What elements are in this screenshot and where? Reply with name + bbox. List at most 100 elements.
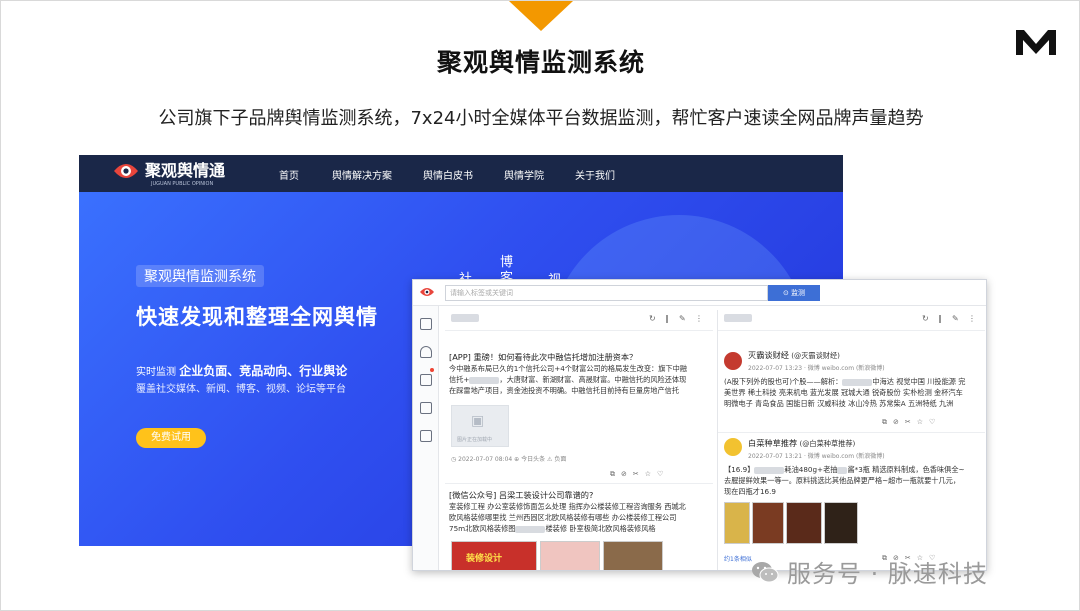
hero-brand[interactable]: 聚观舆情通 JUGUAN PUBLIC OPINION [113,161,226,187]
product-image [752,502,784,544]
brand-subtitle: JUGUAN PUBLIC OPINION [151,181,214,187]
hero-navbar: 聚观舆情通 JUGUAN PUBLIC OPINION 首页 舆情解决方案 舆情… [79,155,843,192]
product-image [724,502,750,544]
image-placeholder: ▣ 图片正在加载中 [451,405,509,447]
post-text: (A股下列外的股也可)个股——解析： 中海达 视觉中国 川投能源 完 [724,377,966,386]
more-icon[interactable]: ⋮ [695,314,703,323]
nav-whitepaper[interactable]: 舆情白皮书 [423,167,473,182]
nav-solutions[interactable]: 舆情解决方案 [332,167,392,182]
post-image [540,541,600,570]
divider [718,330,985,331]
post-title[interactable]: [微信公众号] 吕梁工装设计公司靠谱的? [449,490,713,501]
app-toolbar: 请输入标签或关键词 ⊙ 监测 [413,280,986,306]
eye-logo-icon [420,288,434,296]
hero-headline: 快速发现和整理全网舆情 [136,305,378,329]
divider [445,483,713,484]
refresh-icon[interactable]: ↻ [922,314,929,323]
app-sidebar [413,306,439,570]
feed-column-right: ↻ ‖ ✎ ⋮ 灭霸谈财经 (@灭霸谈财经) 2022-07-07 13:23 … [717,310,985,570]
post-title[interactable]: [APP] 重磅！如何看待此次中融信托增加注册资本？ [449,352,713,363]
document-icon[interactable] [420,318,432,330]
keyword-search-input[interactable]: 请输入标签或关键词 [445,285,768,301]
watermark-text: 服务号 · 脉速科技 [787,560,988,588]
watermark: 服务号 · 脉速科技 [751,554,988,589]
post-meta: ◷ 2022-07-07 08:04 ⊕ 今日头条 ⚠ 负面 [451,456,567,463]
post-author-line[interactable]: 白菜种草推荐 (@白菜种草推荐) [748,438,984,449]
author-handle: (@白菜种草推荐) [799,439,856,448]
refresh-icon[interactable]: ↻ [649,314,656,323]
monitor-button-label: 监测 [791,289,806,297]
free-trial-button[interactable]: 免费试用 [136,428,206,448]
post-text: 在踩雷地产项目，资金池投资不明确。中融信托目前持有巨量房地产信托 [449,386,680,395]
author-handle: (@灭霸谈财经) [791,351,840,360]
post-actions[interactable]: ⧉⊘✂☆♡ [610,470,669,479]
brand-name: 聚观舆情通 [145,161,226,180]
column-header: ↻ ‖ ✎ ⋮ [445,310,713,328]
post-text: 去腥提鲜效果一等一。原料挑选比其他品牌更严格~超市一瓶就要十几元， [724,476,961,485]
image-icon: ▣ [471,413,485,429]
hero-coverage-line: 覆盖社交媒体、新闻、博客、视频、论坛等平台 [136,384,346,395]
post-text: 信托+ ，大唐财富、新湖财富、高晟财富。中融信托的风险还体现 [449,375,687,384]
image-loading-caption: 图片正在加载中 [457,437,493,443]
post-image: 装修设计 [451,541,537,570]
pause-icon[interactable]: ‖ [938,314,942,323]
post-text: 美世界 稀土科技 亮来机电 蓝光发展 冠城大通 锐奇股份 实朴检测 金杯汽车 [724,388,963,397]
post-text: 【16.9】 耗油480g+老抽 酱*3瓶 精选原料制成，色香味俱全~ [724,465,965,474]
hero-badge: 聚观舆情监测系统 [136,265,264,287]
product-image [786,502,822,544]
slide-subtitle: 公司旗下子品牌舆情监测系统，7x24小时全媒体平台数据监测，帮忙客户速读全网品牌… [158,108,924,129]
divider [445,330,713,331]
nav-academy[interactable]: 舆情学院 [504,167,544,182]
feed-post[interactable]: 【16.9】 耗油480g+老抽 酱*3瓶 精选原料制成，色香味俱全~ 去腥提鲜效果… [724,464,985,497]
edit-icon[interactable]: ✎ [679,314,686,323]
post-text: 室装修工程 办公室装修饰面怎么处理 指挥办公楼装修工程咨询服务 西城北 [449,502,686,511]
company-logo-icon [1016,30,1056,55]
product-image [824,502,858,544]
top-triangle-marker [509,1,573,31]
notification-dot [430,368,434,372]
post-meta: 2022-07-07 13:21 · 微博 weibo.com (新浪微博) [748,453,885,460]
column-name-redacted [724,314,752,322]
nav-home[interactable]: 首页 [279,167,299,182]
post-author-line[interactable]: 灭霸谈财经 (@灭霸谈财经) [748,350,984,361]
post-image [603,541,663,570]
pause-icon[interactable]: ‖ [665,314,669,323]
monitor-button[interactable]: ⊙ 监测 [768,285,820,301]
hero-feature-line: 实时监测 企业负面、竞品动向、行业舆论 [136,362,347,379]
feed-post[interactable]: [微信公众号] 吕梁工装设计公司靠谱的? 室装修工程 办公室装修饰面怎么处理 指… [449,490,713,534]
feed-column-left: ↻ ‖ ✎ ⋮ [APP] 重磅！如何看待此次中融信托增加注册资本？ 今中融系布… [445,310,713,570]
hero-feature-bold: 企业负面、竞品动向、行业舆论 [179,364,348,378]
post-text: 明微电子 青岛食品 国能日新 汉威科技 冰山冷热 苏常柴A 五洲特纸 九洲 [724,399,954,408]
feed-post[interactable]: [APP] 重磅！如何看待此次中融信托增加注册资本？ 今中融系布局已久的1个信托… [449,352,713,396]
more-icon[interactable]: ⋮ [968,314,976,323]
author-avatar[interactable] [724,438,742,456]
author-name[interactable]: 灭霸谈财经 [748,350,789,360]
post-text: 今中融系布局已久的1个信托公司+4个财富公司的格局发生改变：旗下中融 [449,364,687,373]
post-meta: 2022-07-07 13:23 · 微博 weibo.com (新浪微博) [748,365,885,372]
feed-post[interactable]: (A股下列外的股也可)个股——解析： 中海达 视觉中国 川投能源 完 美世界 稀土… [724,376,985,409]
checklist-icon[interactable] [420,402,432,414]
edit-icon[interactable]: ✎ [952,314,959,323]
author-name[interactable]: 白菜种草推荐 [748,438,797,448]
divider [718,432,985,433]
column-name-redacted [451,314,479,322]
hero-feature-prefix: 实时监测 [136,367,176,378]
calendar-icon[interactable] [420,374,432,386]
eye-logo-icon [114,164,138,178]
briefcase-icon[interactable] [420,430,432,442]
post-text: 欧风格装修哪里找 兰州西固区北欧风格装修有哪些 办公楼装修工程公司 [449,513,677,522]
post-image-text: 装修设计 [466,554,503,564]
bell-icon[interactable] [420,346,432,358]
column-header: ↻ ‖ ✎ ⋮ [718,310,985,328]
slide-title: 聚观舆情监测系统 [436,48,645,77]
monitor-icon: ⊙ [782,289,789,297]
post-text: 现在四瓶才16.9 [724,487,776,496]
post-actions[interactable]: ⧉⊘✂☆♡ [882,418,941,427]
nav-about[interactable]: 关于我们 [575,167,615,182]
slide: 聚观舆情监测系统 公司旗下子品牌舆情监测系统，7x24小时全媒体平台数据监测，帮… [0,0,1080,611]
wechat-icon [752,561,779,582]
post-text: 75m北欧风格装修图 楼装修 卧室极简北欧风格装修风格 [449,524,656,533]
author-avatar[interactable] [724,352,742,370]
monitor-app-screenshot: 请输入标签或关键词 ⊙ 监测 ↻ ‖ ✎ ⋮ [APP] 重磅！如何看待此次中融… [412,279,987,571]
similar-posts-link[interactable]: 约1条相似 [724,554,752,563]
